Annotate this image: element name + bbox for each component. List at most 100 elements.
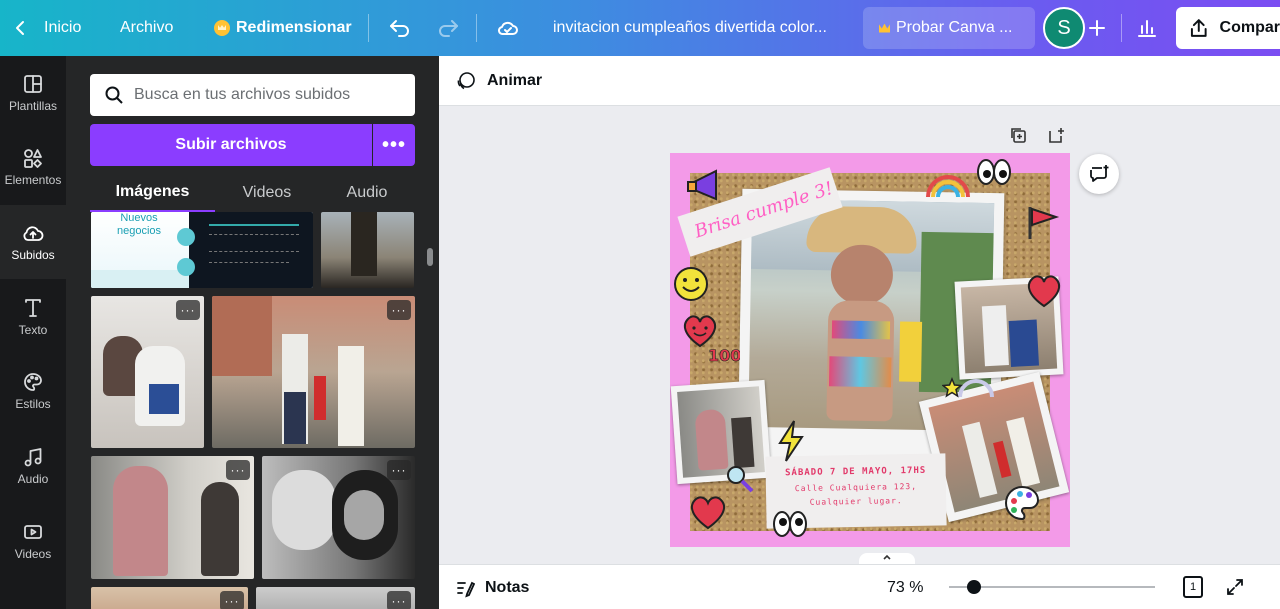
upload-files-button[interactable]: Subir archivos: [90, 124, 372, 166]
rail-label: Audio: [17, 472, 49, 486]
rail-label: Videos: [14, 547, 52, 561]
media-tabs: Imágenes Videos Audio: [90, 174, 415, 212]
flag-sticker-icon[interactable]: [1022, 203, 1062, 243]
document-title[interactable]: invitacion cumpleaños divertida color...: [553, 0, 827, 56]
page-count-button[interactable]: 1: [1183, 576, 1203, 598]
layout-icon: [24, 75, 42, 93]
redo-button[interactable]: [436, 0, 460, 56]
add-page-icon[interactable]: [1047, 126, 1065, 144]
zoom-slider-knob[interactable]: [966, 580, 981, 594]
chevron-left-icon: [16, 21, 24, 35]
event-date[interactable]: SÁBADO 7 DE MAYO, 17HS: [766, 465, 946, 478]
undo-icon: [390, 20, 409, 37]
heart-sticker-icon[interactable]: [1024, 273, 1064, 309]
thumbnail-menu-button[interactable]: ···: [176, 300, 200, 320]
animate-icon: [457, 71, 475, 89]
upload-more-button[interactable]: •••: [373, 124, 415, 166]
magnifier-sticker-icon[interactable]: [724, 463, 756, 495]
share-button[interactable]: Compartir: [1176, 7, 1280, 49]
try-pro-button[interactable]: Probar Canva ...: [863, 7, 1035, 49]
rainbow-sticker-icon[interactable]: [924, 169, 972, 199]
cloud-upload-icon: [23, 226, 44, 241]
slide-lines: [209, 234, 299, 252]
chevron-up-icon: [883, 554, 891, 560]
tab-images[interactable]: Imágenes: [90, 174, 215, 212]
thumbnail-menu-button[interactable]: ···: [226, 460, 250, 480]
photo-figure: [731, 416, 755, 469]
photo-face: [344, 490, 384, 540]
tab-audio[interactable]: Audio: [319, 174, 415, 212]
upload-thumbnail[interactable]: ···: [256, 587, 415, 609]
rail-item-text[interactable]: Texto: [0, 280, 66, 354]
upload-thumbnail[interactable]: [321, 212, 414, 288]
thumbnail-menu-button[interactable]: ···: [387, 591, 411, 609]
googly-eyes-sticker-icon[interactable]: [772, 509, 808, 539]
paint-palette-sticker-icon[interactable]: [1002, 483, 1042, 523]
rail-label: Elementos: [4, 173, 62, 187]
search-icon: [105, 86, 123, 104]
crown-icon: [879, 23, 890, 33]
upload-thumbnail[interactable]: ···: [91, 456, 254, 579]
rail-item-audio[interactable]: Audio: [0, 429, 66, 503]
heart-sticker-icon[interactable]: [686, 493, 730, 531]
photo-figure: [272, 470, 336, 550]
rail-label: Texto: [18, 323, 48, 337]
thumbnail-menu-button[interactable]: ···: [220, 591, 244, 609]
photo-swimsuit: [828, 356, 892, 388]
slide-circle: [177, 228, 195, 246]
tab-videos[interactable]: Videos: [215, 174, 319, 212]
event-place[interactable]: Cualquier lugar.: [766, 495, 946, 507]
insights-button[interactable]: [1136, 0, 1158, 56]
upload-thumbnail[interactable]: ···: [262, 456, 415, 579]
photo-face: [830, 244, 894, 306]
design-page[interactable]: Brisa cumple 3! SÁBADO 7 DE MAYO, 17HS C…: [670, 153, 1070, 547]
undo-button[interactable]: [388, 0, 412, 56]
rail-item-styles[interactable]: Estilos: [0, 354, 66, 428]
notes-icon: [457, 581, 475, 597]
lightning-sticker-icon[interactable]: [776, 419, 806, 463]
upload-thumbnail[interactable]: Nuevos negocios: [91, 212, 313, 288]
search-input[interactable]: [134, 86, 394, 104]
resize-button[interactable]: Redimensionar: [214, 0, 352, 56]
photo-figure: [113, 466, 168, 576]
megaphone-sticker-icon[interactable]: [686, 165, 732, 209]
fullscreen-icon[interactable]: [1225, 577, 1245, 597]
divider: [368, 14, 369, 42]
redo-icon: [439, 20, 458, 37]
upload-thumbnail[interactable]: ···: [91, 296, 204, 448]
star-rainbow-sticker-icon[interactable]: [942, 375, 998, 401]
rail-item-elements[interactable]: Elementos: [0, 130, 66, 204]
photo-figure: [694, 408, 729, 471]
panel-scrollbar[interactable]: [427, 248, 433, 266]
home-button[interactable]: Inicio: [12, 0, 81, 56]
rail-item-uploads[interactable]: Subidos: [0, 205, 66, 279]
smiley-sticker-icon[interactable]: [672, 265, 710, 303]
file-menu-button[interactable]: Archivo: [120, 0, 173, 56]
photo-detail: [284, 392, 306, 444]
avatar[interactable]: S: [1043, 7, 1085, 49]
animate-button[interactable]: Animar: [487, 72, 542, 90]
upload-thumbnail[interactable]: ···: [212, 296, 415, 448]
share-icon: [1190, 19, 1207, 37]
notes-button[interactable]: Notas: [455, 565, 529, 609]
photo-figure: [201, 482, 239, 576]
googly-eyes-sticker-icon[interactable]: [976, 157, 1012, 187]
zoom-slider[interactable]: [949, 580, 1155, 594]
photo-frame[interactable]: [670, 379, 772, 485]
upload-thumbnail[interactable]: ···: [91, 587, 248, 609]
add-collaborator-button[interactable]: [1086, 0, 1108, 56]
home-label: Inicio: [44, 19, 82, 36]
search-box[interactable]: [90, 74, 415, 116]
event-address[interactable]: Calle Cualquiera 123,: [766, 481, 946, 493]
hundred-sticker-icon[interactable]: 100: [706, 341, 740, 367]
photo-figure: [993, 440, 1012, 479]
add-comment-button[interactable]: [1079, 154, 1119, 194]
thumbnail-menu-button[interactable]: ···: [387, 300, 411, 320]
zoom-level[interactable]: 73 %: [887, 565, 923, 609]
palette-icon: [24, 373, 42, 391]
thumbnail-menu-button[interactable]: ···: [387, 460, 411, 480]
rail-item-templates[interactable]: Plantillas: [0, 56, 66, 130]
rail-item-videos[interactable]: Videos: [0, 504, 66, 578]
save-status-button[interactable]: [496, 0, 520, 56]
duplicate-page-icon[interactable]: [1009, 126, 1027, 144]
